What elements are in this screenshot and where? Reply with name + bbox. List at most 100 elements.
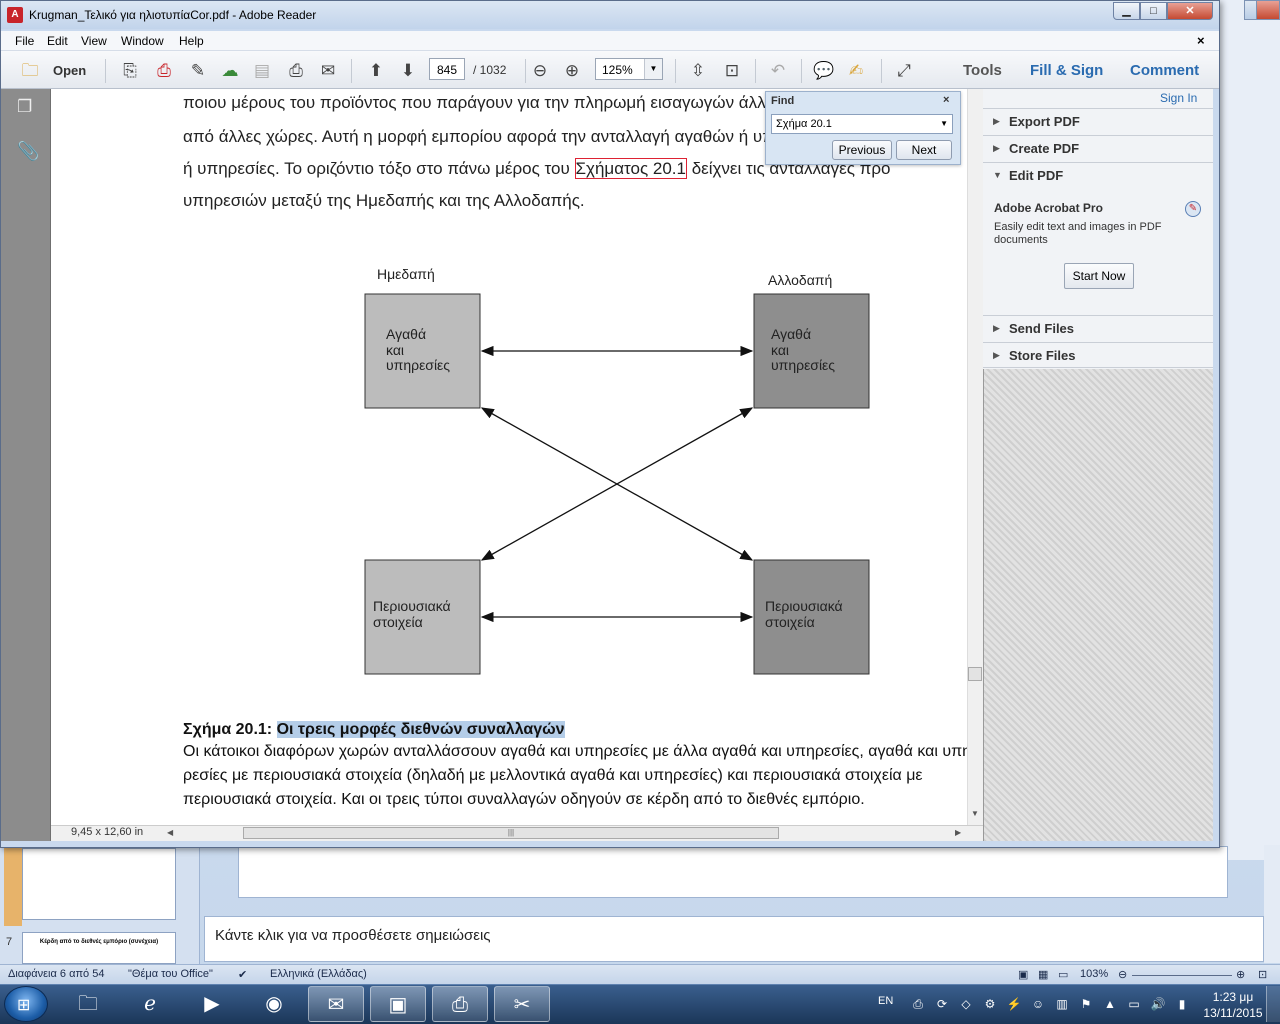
maximize-button[interactable]: □ [1140,2,1167,20]
tools-tab[interactable]: Tools [963,62,1002,79]
powerpoint-close-button[interactable] [1256,0,1280,20]
sticky-note-icon[interactable]: 💬 [813,60,835,82]
print-icon[interactable]: ⎙ [285,60,307,82]
save-icon[interactable]: ▤ [251,60,273,82]
show-hidden-icons[interactable]: ▲ [1102,996,1118,1012]
adobe-reader-taskbar-icon[interactable]: ⎙ [432,986,488,1022]
monitor-tray-icon[interactable]: ▭ [1126,996,1142,1012]
clock-time[interactable]: 1:23 μμ [1210,990,1256,1004]
minimize-button[interactable]: ▁ [1113,2,1140,20]
start-button[interactable]: ⊞ [4,986,48,1022]
find-previous-button[interactable]: Previous [832,140,892,160]
menu-edit[interactable]: Edit [47,34,68,48]
menu-help[interactable]: Help [179,34,204,48]
zoom-select[interactable]: 125% ▼ [595,58,663,80]
dropbox-tray-icon[interactable]: ◇ [958,996,974,1012]
zoom-out-icon[interactable]: ⊖ [1118,968,1127,981]
theme-name[interactable]: "Θέμα του Office" [128,968,213,980]
chevron-down-icon[interactable]: ▼ [940,119,948,128]
slide-thumbnail-7[interactable]: Κέρδη από το διεθνές εμπόριο (συνέχεια) [22,932,176,964]
show-desktop-button[interactable] [1266,986,1280,1022]
page-thumbnails-icon[interactable]: ❐ [17,97,37,119]
find-next-button[interactable]: Next [896,140,952,160]
section-create-pdf[interactable]: ▶ Create PDF [983,135,1213,161]
find-input[interactable]: Σχήμα 20.1 ▼ [771,114,953,134]
fit-page-icon[interactable]: ⇳ [687,60,709,82]
spellcheck-icon[interactable]: ✔ [238,968,247,981]
power-tray-icon[interactable]: ⚡ [1006,996,1022,1012]
acrobat-tray-icon[interactable]: ⎙ [910,996,926,1012]
attachments-icon[interactable]: 📎 [17,141,39,163]
scroll-right-icon[interactable]: ▶ [955,828,961,837]
section-edit-pdf[interactable]: ▼ Edit PDF [983,162,1213,188]
zoom-out-icon[interactable]: ⊖ [529,60,551,82]
section-send-files[interactable]: ▶ Send Files [983,315,1213,341]
explorer-taskbar-icon[interactable]: 🗀 [60,986,116,1022]
zoom-slider[interactable] [1132,975,1232,976]
fit-slide-icon[interactable]: ⊡ [1258,968,1267,981]
chat-tray-icon[interactable]: ☺ [1030,996,1046,1012]
edit-pdf-icon[interactable]: ✎ [187,60,209,82]
create-pdf-icon[interactable]: ⎘ [119,60,141,82]
fit-width-icon[interactable]: ⊡ [721,60,743,82]
notes-pane[interactable]: Κάντε κλικ για να προσθέσετε σημειώσεις [204,916,1264,962]
internet-explorer-taskbar-icon[interactable]: ℯ [122,986,178,1022]
chrome-taskbar-icon[interactable]: ◉ [246,986,302,1022]
horizontal-scroll-thumb[interactable]: ||| [243,827,779,839]
signal-tray-icon[interactable]: ▮ [1174,996,1190,1012]
scroll-down-icon[interactable]: ▼ [971,809,979,818]
convert-pdf-icon[interactable]: ⎙ [153,60,175,82]
close-document-icon[interactable]: × [1197,33,1205,48]
open-button[interactable]: Open [53,63,86,78]
section-label: Create PDF [1009,141,1080,156]
settings-tray-icon[interactable]: ⚙ [982,996,998,1012]
sync-tray-icon[interactable]: ⟳ [934,996,950,1012]
menu-view[interactable]: View [81,34,107,48]
figure-link[interactable]: Σχήματος 20.1 [574,158,687,179]
slide-thumbnail-6[interactable] [22,848,176,920]
outlook-taskbar-icon[interactable]: ✉ [308,986,364,1022]
powerpoint-scrollbar[interactable] [1264,845,1280,963]
close-button[interactable]: ✕ [1167,2,1213,20]
windows-logo-icon: ⊞ [17,997,31,1014]
slide-canvas[interactable] [238,846,1228,898]
start-now-button[interactable]: Start Now [1064,263,1134,289]
highlight-icon[interactable]: ✍ [845,60,867,82]
zoom-in-icon[interactable]: ⊕ [1236,968,1245,981]
vertical-scroll-thumb[interactable] [968,667,982,681]
find-close-icon[interactable]: × [943,94,949,106]
scroll-left-icon[interactable]: ◀ [167,828,173,837]
page-number-input[interactable]: 845 [429,58,465,80]
slide-sorter-icon[interactable]: ▦ [1038,968,1048,981]
menu-file[interactable]: File [15,34,34,48]
fill-sign-tab[interactable]: Fill & Sign [1030,62,1103,79]
vertical-scrollbar[interactable]: ▼ [967,89,983,825]
zoom-level[interactable]: 103% [1080,968,1108,980]
next-page-icon[interactable]: ⬇ [397,60,419,82]
upload-icon[interactable]: ☁ [219,60,241,82]
zoom-in-icon[interactable]: ⊕ [561,60,583,82]
powerpoint-taskbar-icon[interactable]: ▣ [370,986,426,1022]
open-folder-icon[interactable]: 🗀 [19,60,41,82]
volume-tray-icon[interactable]: 🔊 [1150,996,1166,1012]
email-icon[interactable]: ✉ [317,60,339,82]
normal-view-icon[interactable]: ▣ [1018,968,1028,981]
snipping-tool-taskbar-icon[interactable]: ✂ [494,986,550,1022]
document-view[interactable]: ποιου μέρους του προϊόντος που παράγουν … [51,89,967,825]
sign-in-link[interactable]: Sign In [1160,91,1197,105]
previous-page-icon[interactable]: ⬆ [365,60,387,82]
media-player-taskbar-icon[interactable]: ▶ [184,986,240,1022]
language-indicator[interactable]: Ελληνικά (Ελλάδας) [270,968,367,980]
comment-tab[interactable]: Comment [1130,62,1199,79]
section-store-files[interactable]: ▶ Store Files [983,342,1213,368]
clock-date[interactable]: 13/11/2015 [1200,1006,1266,1020]
flag-tray-icon[interactable]: ⚑ [1078,996,1094,1012]
chevron-down-icon[interactable]: ▼ [644,59,662,79]
language-indicator[interactable]: EN [878,995,893,1007]
fullscreen-icon[interactable]: ⤢ [893,60,915,82]
menu-window[interactable]: Window [121,34,164,48]
rotate-icon[interactable]: ↶ [767,60,789,82]
network-tray-icon[interactable]: ▥ [1054,996,1070,1012]
slideshow-icon[interactable]: ▭ [1058,968,1068,981]
section-export-pdf[interactable]: ▶ Export PDF [983,108,1213,134]
